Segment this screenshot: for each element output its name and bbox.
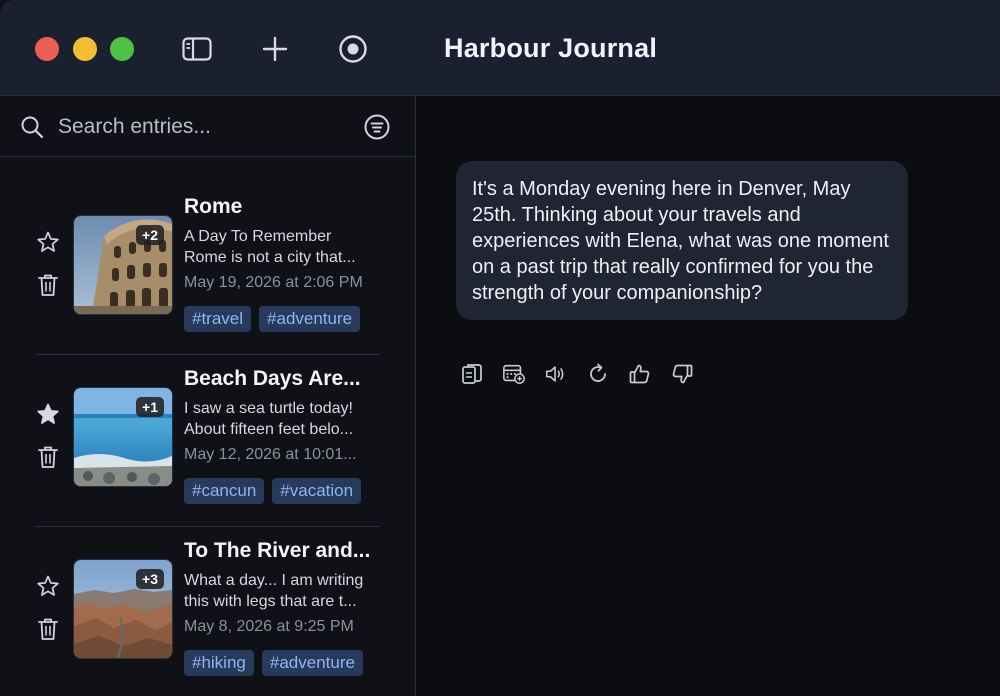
entry-tags: #cancun #vacation (184, 478, 384, 504)
journal-entry-rome[interactable]: +2 Rome A Day To Remember Rome is not a … (0, 182, 415, 354)
photo-count-badge: +1 (136, 397, 164, 417)
conversation-pane: It's a Monday evening here in Denver, Ma… (416, 96, 1000, 696)
entry-date: May 19, 2026 at 2:06 PM (184, 274, 363, 291)
sidebar: +2 Rome A Day To Remember Rome is not a … (0, 96, 416, 696)
star-outline-icon[interactable] (36, 574, 60, 598)
speaker-icon[interactable] (544, 362, 568, 386)
entry-title: Beach Days Are... (184, 367, 361, 390)
tag-travel[interactable]: #travel (184, 306, 252, 332)
app-window: Harbour Journal Search entries... +2 Rom… (0, 0, 1000, 696)
new-entry-icon[interactable] (259, 33, 291, 65)
entry-snippet: What a day... I am writing this with leg… (184, 570, 382, 612)
tag-adventure[interactable]: #adventure (261, 650, 363, 676)
title-bar: Harbour Journal (0, 0, 1000, 96)
entry-snippet-line: I saw a sea turtle today! (184, 400, 353, 417)
entry-title: To The River and... (184, 539, 371, 562)
calendar-add-icon[interactable] (502, 362, 526, 386)
entry-snippet-line: About fifteen feet belo... (184, 421, 354, 438)
thumbs-down-icon[interactable] (670, 362, 694, 386)
copy-icon[interactable] (460, 362, 484, 386)
entry-snippet-line: What a day... I am writing (184, 572, 364, 589)
entry-date: May 12, 2026 at 10:01... (184, 446, 357, 463)
tag-adventure[interactable]: #adventure (259, 306, 361, 332)
star-filled-icon[interactable] (36, 402, 60, 426)
trash-icon[interactable] (37, 445, 59, 469)
close-window-button[interactable] (35, 37, 59, 61)
entry-snippet: I saw a sea turtle today! About fifteen … (184, 398, 382, 440)
entry-snippet-line: this with legs that are t... (184, 593, 357, 610)
photo-count-badge: +2 (136, 225, 164, 245)
regenerate-icon[interactable] (586, 362, 610, 386)
trash-icon[interactable] (37, 617, 59, 641)
journal-entry-river[interactable]: +3 To The River and... What a day... I a… (0, 526, 415, 696)
entry-tags: #hiking #adventure (184, 650, 384, 676)
assistant-message-bubble: It's a Monday evening here in Denver, Ma… (456, 161, 908, 320)
entry-title: Rome (184, 195, 243, 218)
record-icon[interactable] (337, 33, 369, 65)
tag-vacation[interactable]: #vacation (272, 478, 362, 504)
minimize-window-button[interactable] (73, 37, 97, 61)
thumbs-up-icon[interactable] (628, 362, 652, 386)
entry-snippet-line: Rome is not a city that... (184, 249, 356, 266)
message-actions (460, 362, 694, 386)
tag-cancun[interactable]: #cancun (184, 478, 265, 504)
zoom-window-button[interactable] (110, 37, 134, 61)
search-bar (0, 96, 415, 157)
entry-date: May 8, 2026 at 9:25 PM (184, 618, 354, 635)
sidebar-toggle-icon[interactable] (181, 33, 213, 65)
search-icon (20, 115, 44, 144)
star-outline-icon[interactable] (36, 230, 60, 254)
app-title: Harbour Journal (444, 33, 658, 63)
search-input[interactable] (56, 110, 350, 144)
entry-photo-thumbnail[interactable]: +1 (73, 387, 173, 487)
entry-photo-thumbnail[interactable]: +2 (73, 215, 173, 315)
tag-hiking[interactable]: #hiking (184, 650, 254, 676)
photo-count-badge: +3 (136, 569, 164, 589)
filter-icon[interactable] (364, 114, 390, 145)
entry-snippet: A Day To Remember Rome is not a city tha… (184, 226, 382, 268)
entry-photo-thumbnail[interactable]: +3 (73, 559, 173, 659)
entry-snippet-line: A Day To Remember (184, 228, 332, 245)
trash-icon[interactable] (37, 273, 59, 297)
journal-entry-beach[interactable]: +1 Beach Days Are... I saw a sea turtle … (0, 354, 415, 526)
entry-tags: #travel #adventure (184, 306, 384, 332)
